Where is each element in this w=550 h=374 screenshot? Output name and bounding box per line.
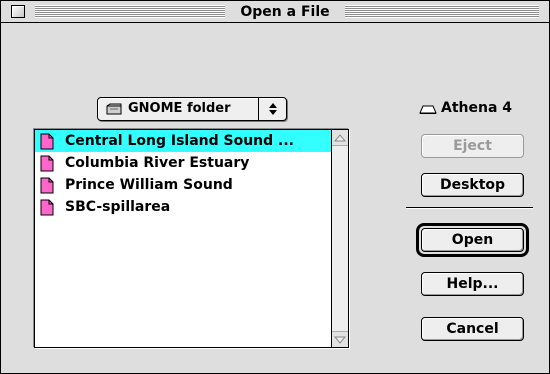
- document-icon: [40, 155, 54, 172]
- scroll-up-button[interactable]: [332, 130, 348, 146]
- close-box[interactable]: [11, 5, 25, 18]
- file-name: Columbia River Estuary: [65, 155, 250, 171]
- document-icon: [40, 133, 54, 150]
- file-list-item[interactable]: SBC-spillarea: [35, 196, 331, 218]
- button-separator: [406, 207, 533, 209]
- desktop-button[interactable]: Desktop: [421, 173, 524, 197]
- cancel-button[interactable]: Cancel: [421, 317, 524, 341]
- open-button[interactable]: Open: [421, 228, 524, 252]
- window-title: Open a File: [227, 2, 343, 22]
- document-icon: [40, 199, 54, 216]
- document-icon: [40, 177, 54, 194]
- file-name: Prince William Sound: [65, 177, 233, 193]
- help-button[interactable]: Help...: [421, 272, 524, 296]
- scroll-up-arrow-icon: [333, 134, 347, 142]
- file-list-item[interactable]: Columbia River Estuary: [35, 152, 331, 174]
- title-stripes-right: [345, 5, 539, 18]
- file-name: SBC-spillarea: [65, 199, 171, 215]
- eject-button[interactable]: Eject: [421, 134, 524, 158]
- scroll-down-arrow-icon: [333, 336, 347, 344]
- file-list[interactable]: Central Long Island Sound ... Columbia R…: [34, 129, 349, 348]
- folder-popup-label: GNOME folder: [128, 101, 231, 116]
- folder-icon: [106, 103, 122, 115]
- title-stripes-left: [35, 5, 225, 18]
- volume-name: Athena 4: [441, 100, 513, 116]
- volume-indicator: Athena 4: [417, 97, 537, 119]
- title-bar[interactable]: Open a File: [1, 1, 549, 23]
- file-list-item[interactable]: Prince William Sound: [35, 174, 331, 196]
- folder-popup-menu[interactable]: GNOME folder: [97, 97, 287, 121]
- file-list-rows: Central Long Island Sound ... Columbia R…: [35, 130, 331, 347]
- popup-divider: [258, 98, 259, 120]
- open-file-dialog: Open a File GNOME folder Central Long Is…: [0, 0, 550, 374]
- scroll-down-button[interactable]: [332, 331, 348, 347]
- file-list-item[interactable]: Central Long Island Sound ...: [35, 130, 331, 152]
- up-down-arrows-icon: [269, 103, 277, 115]
- file-name: Central Long Island Sound ...: [65, 133, 294, 149]
- disk-icon: [419, 105, 437, 114]
- vertical-scrollbar[interactable]: [331, 130, 348, 347]
